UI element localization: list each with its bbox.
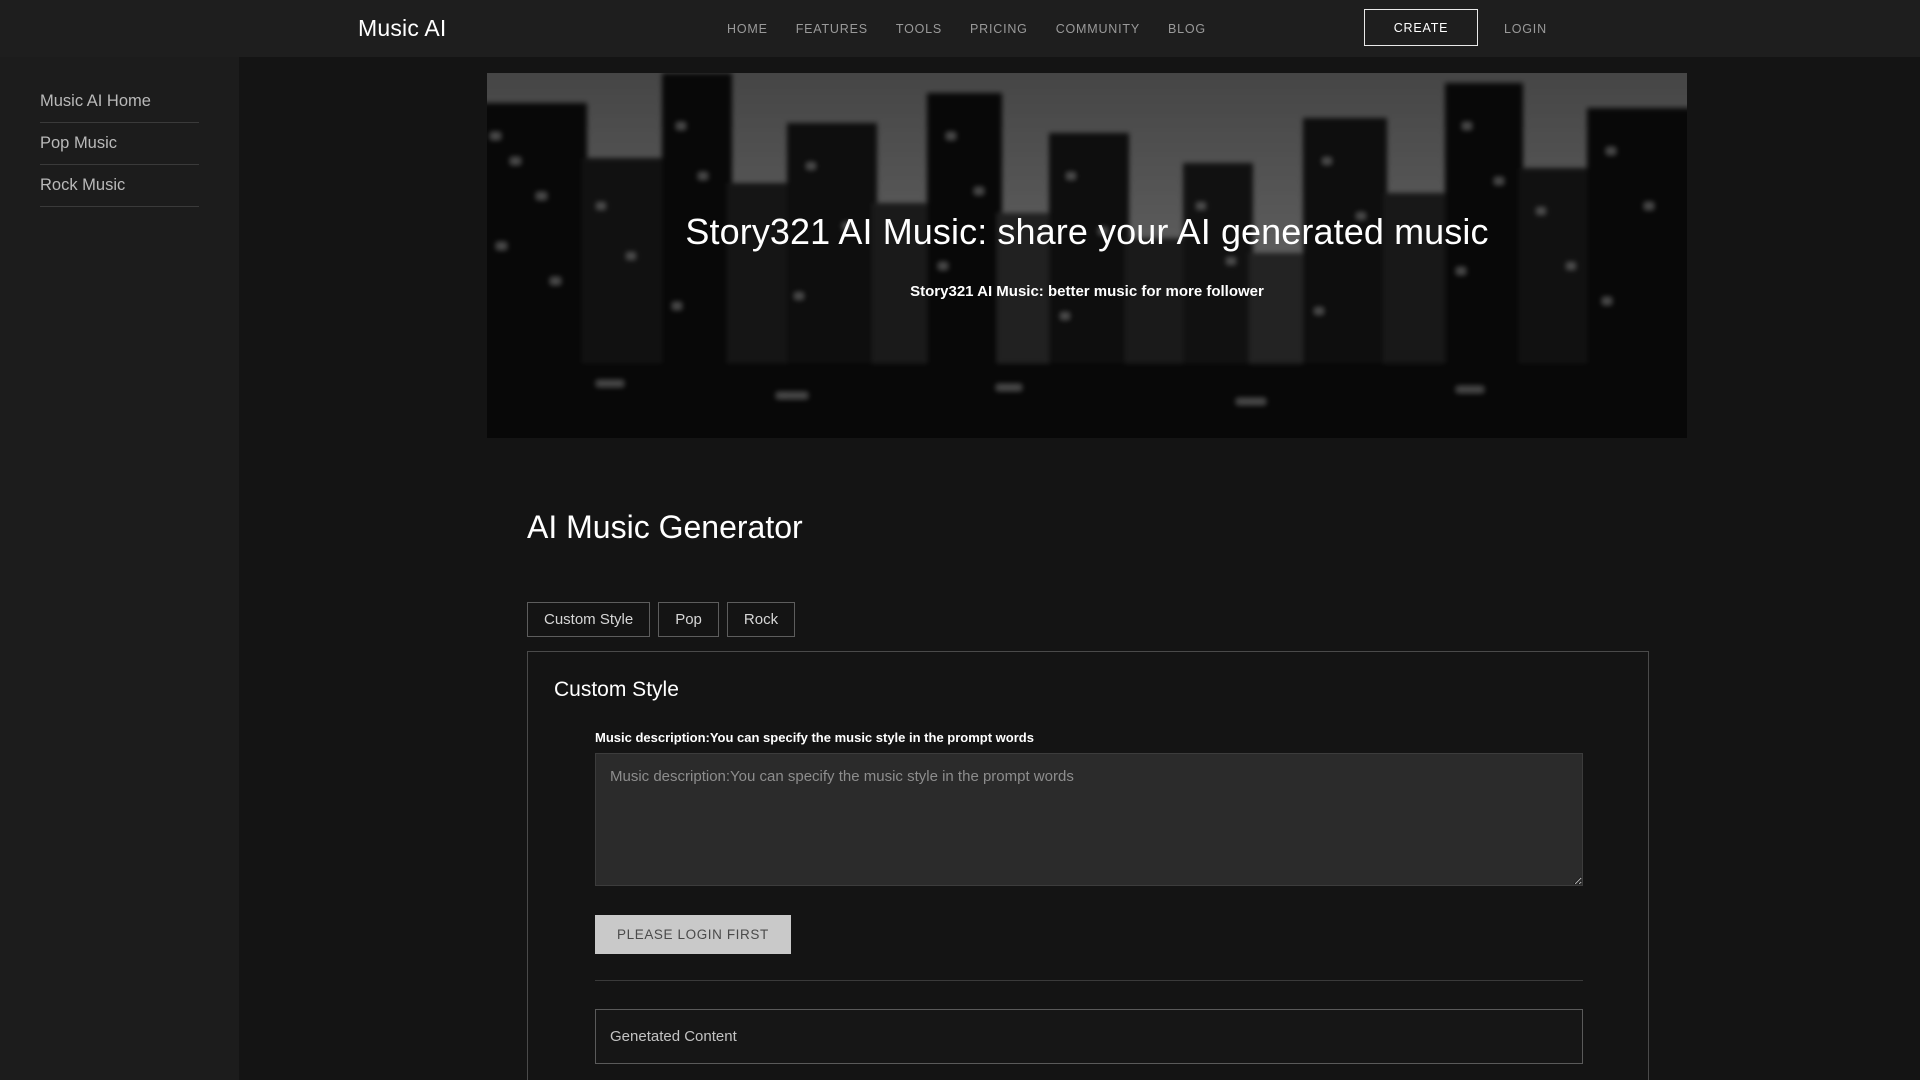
generated-content-output: Genetated Content: [595, 1009, 1583, 1064]
nav-item-community[interactable]: COMMUNITY: [1042, 16, 1154, 42]
sidebar-item-pop-music[interactable]: Pop Music: [40, 123, 199, 165]
sidebar-item-music-ai-home[interactable]: Music AI Home: [40, 81, 199, 123]
nav-item-tools[interactable]: TOOLS: [882, 16, 956, 42]
top-navigation-bar: Music AI HOME FEATURES TOOLS PRICING COM…: [0, 0, 1920, 57]
generator-card: Custom Style Music description:You can s…: [527, 651, 1649, 1080]
login-link[interactable]: LOGIN: [1504, 22, 1547, 36]
hero-banner: Story321 AI Music: share your AI generat…: [487, 73, 1687, 438]
sidebar-item-rock-music[interactable]: Rock Music: [40, 165, 199, 207]
nav-item-blog[interactable]: BLOG: [1154, 16, 1220, 42]
main-nav: HOME FEATURES TOOLS PRICING COMMUNITY BL…: [713, 16, 1220, 42]
style-tab-group: Custom Style Pop Rock: [527, 602, 796, 637]
generate-submit-button[interactable]: PLEASE LOGIN FIRST: [595, 915, 791, 954]
hero-subtitle: Story321 AI Music: better music for more…: [910, 283, 1264, 300]
main-content: Story321 AI Music: share your AI generat…: [239, 57, 1920, 1080]
generator-form: Music description:You can specify the mu…: [595, 730, 1583, 1064]
hero-text-block: Story321 AI Music: share your AI generat…: [487, 73, 1687, 438]
site-logo[interactable]: Music AI: [358, 15, 447, 42]
nav-item-pricing[interactable]: PRICING: [956, 16, 1042, 42]
create-button[interactable]: CREATE: [1364, 9, 1478, 46]
music-description-input[interactable]: [595, 753, 1583, 886]
hero-title: Story321 AI Music: share your AI generat…: [685, 211, 1489, 252]
nav-item-home[interactable]: HOME: [713, 16, 782, 42]
tab-rock[interactable]: Rock: [726, 602, 796, 637]
music-description-label: Music description:You can specify the mu…: [595, 730, 1034, 745]
tab-pop[interactable]: Pop: [658, 602, 719, 637]
card-title: Custom Style: [554, 678, 679, 701]
page-title: AI Music Generator: [527, 509, 803, 545]
generated-content-label: Genetated Content: [610, 1028, 737, 1045]
tab-custom-style[interactable]: Custom Style: [527, 602, 651, 637]
form-divider: [595, 980, 1583, 981]
nav-item-features[interactable]: FEATURES: [782, 16, 882, 42]
sidebar: Music AI Home Pop Music Rock Music: [0, 57, 239, 1080]
